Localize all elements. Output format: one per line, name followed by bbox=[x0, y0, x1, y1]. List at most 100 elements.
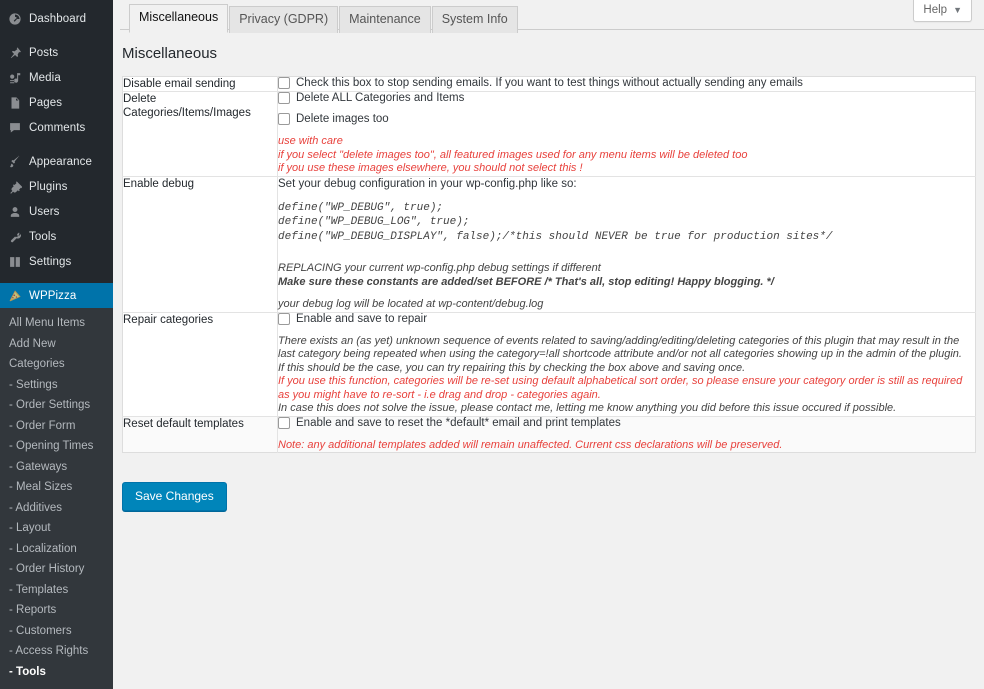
row-field-disable-email: Check this box to stop sending emails. I… bbox=[278, 77, 976, 92]
save-changes-button[interactable]: Save Changes bbox=[122, 482, 227, 511]
reset-templates-label: Enable and save to reset the *default* e… bbox=[296, 417, 621, 430]
submenu-item-opening-times[interactable]: - Opening Times bbox=[0, 436, 113, 457]
delete-all-categories-checkbox[interactable] bbox=[278, 92, 290, 104]
row-field-reset-templates: Enable and save to reset the *default* e… bbox=[278, 416, 976, 453]
row-field-repair-categories: Enable and save to repair There exists a… bbox=[278, 312, 976, 416]
page-title: Miscellaneous bbox=[122, 45, 217, 62]
sidebar-item-plugins[interactable]: Plugins bbox=[0, 174, 113, 199]
tab-maintenance[interactable]: Maintenance bbox=[339, 6, 431, 33]
content-area: MiscellaneousPrivacy (GDPR)MaintenanceSy… bbox=[113, 0, 984, 689]
row-field-enable-debug: Set your debug configuration in your wp-… bbox=[278, 176, 976, 312]
table-row-enable-debug: Enable debug Set your debug configuratio… bbox=[123, 176, 976, 312]
delete-images-checkbox[interactable] bbox=[278, 113, 290, 125]
disable-email-checkbox-label: Check this box to stop sending emails. I… bbox=[296, 77, 803, 90]
repair-note-1: There exists an (as yet) unknown sequenc… bbox=[278, 335, 975, 362]
submenu-item-access-rights[interactable]: - Access Rights bbox=[0, 641, 113, 662]
media-icon bbox=[8, 71, 22, 85]
checkbox-row-disable-email[interactable]: Check this box to stop sending emails. I… bbox=[278, 77, 975, 90]
submenu-item-localization[interactable]: - Localization bbox=[0, 539, 113, 560]
tab-miscellaneous[interactable]: Miscellaneous bbox=[129, 4, 228, 33]
sidebar-item-label: Pages bbox=[29, 97, 62, 109]
debug-intro: Set your debug configuration in your wp-… bbox=[278, 177, 975, 191]
repair-note-3: If you use this function, categories wil… bbox=[278, 375, 975, 402]
sidebar-item-label: Settings bbox=[29, 256, 71, 268]
help-button[interactable]: Help ▼ bbox=[913, 0, 972, 22]
sidebar-item-label: Media bbox=[29, 72, 61, 84]
pages-icon bbox=[8, 96, 22, 110]
row-label-repair-categories: Repair categories bbox=[123, 312, 278, 416]
repair-note-2: If this should be the case, you can try … bbox=[278, 362, 975, 376]
settings-sliders-icon bbox=[8, 255, 22, 269]
sidebar-submenu-wppizza: All Menu ItemsAdd NewCategories- Setting… bbox=[0, 308, 113, 689]
row-label-enable-debug: Enable debug bbox=[123, 176, 278, 312]
submenu-item-tools[interactable]: - Tools bbox=[0, 662, 113, 683]
submenu-item-order-form[interactable]: - Order Form bbox=[0, 416, 113, 437]
debug-note-2: Make sure these constants are added/set … bbox=[278, 276, 975, 290]
settings-form-table: Disable email sending Check this box to … bbox=[122, 76, 976, 453]
reset-templates-checkbox[interactable] bbox=[278, 417, 290, 429]
submenu-item-order-settings[interactable]: - Order Settings bbox=[0, 395, 113, 416]
submenu-item-gateways[interactable]: - Gateways bbox=[0, 457, 113, 478]
dashboard-icon bbox=[8, 12, 22, 26]
debug-code-block: define("WP_DEBUG", true); define("WP_DEB… bbox=[278, 201, 975, 245]
debug-note-1: REPLACING your current wp-config.php deb… bbox=[278, 262, 975, 276]
tab-privacy-gdpr[interactable]: Privacy (GDPR) bbox=[229, 6, 338, 33]
table-row-repair-categories: Repair categories Enable and save to rep… bbox=[123, 312, 976, 416]
submit-area: Save Changes bbox=[122, 482, 227, 511]
checkbox-row-repair[interactable]: Enable and save to repair bbox=[278, 313, 975, 326]
delete-note-1: use with care bbox=[278, 135, 975, 149]
sidebar-item-label: Posts bbox=[29, 47, 58, 59]
appearance-brush-icon bbox=[8, 155, 22, 169]
sidebar-menu-list: Dashboard Posts Media Pages Comments Appearan… bbox=[0, 6, 113, 308]
delete-images-label: Delete images too bbox=[296, 113, 389, 126]
sidebar-item-posts[interactable]: Posts bbox=[0, 40, 113, 65]
sidebar-item-pages[interactable]: Pages bbox=[0, 90, 113, 115]
submenu-item-templates[interactable]: - Templates bbox=[0, 580, 113, 601]
admin-sidebar: Dashboard Posts Media Pages Comments Appearan… bbox=[0, 0, 113, 689]
row-label-delete-categories: Delete Categories/Items/Images bbox=[123, 92, 278, 177]
submenu-item-additives[interactable]: - Additives bbox=[0, 498, 113, 519]
debug-note-3: your debug log will be located at wp-con… bbox=[278, 298, 975, 312]
checkbox-row-reset-templates[interactable]: Enable and save to reset the *default* e… bbox=[278, 417, 975, 430]
delete-note-3: if you use these images elsewhere, you s… bbox=[278, 162, 975, 176]
tab-system-info[interactable]: System Info bbox=[432, 6, 518, 33]
submenu-item-settings[interactable]: - Settings bbox=[0, 375, 113, 396]
sidebar-item-label: Users bbox=[29, 206, 60, 218]
submenu-item-all-menu-items[interactable]: All Menu Items bbox=[0, 313, 113, 334]
sidebar-item-label: Comments bbox=[29, 122, 85, 134]
sidebar-item-dashboard[interactable]: Dashboard bbox=[0, 6, 113, 31]
submenu-item-add-new[interactable]: Add New bbox=[0, 334, 113, 355]
repair-categories-label: Enable and save to repair bbox=[296, 313, 427, 326]
checkbox-row-delete-images[interactable]: Delete images too bbox=[278, 113, 975, 126]
pizza-slice-icon bbox=[8, 289, 22, 303]
admin-screen: Dashboard Posts Media Pages Comments Appearan… bbox=[0, 0, 984, 689]
sidebar-item-label: Plugins bbox=[29, 181, 67, 193]
chevron-down-icon: ▼ bbox=[953, 5, 962, 15]
table-row-reset-templates: Reset default templates Enable and save … bbox=[123, 416, 976, 453]
sidebar-item-label: Tools bbox=[29, 231, 56, 243]
row-field-delete-categories: Delete ALL Categories and Items Delete i… bbox=[278, 92, 976, 177]
posts-pin-icon bbox=[8, 46, 22, 60]
disable-email-checkbox[interactable] bbox=[278, 77, 290, 89]
sidebar-item-users[interactable]: Users bbox=[0, 199, 113, 224]
checkbox-row-delete-all[interactable]: Delete ALL Categories and Items bbox=[278, 92, 975, 105]
help-label: Help bbox=[923, 4, 947, 16]
sidebar-item-label: Dashboard bbox=[29, 13, 86, 25]
sidebar-item-appearance[interactable]: Appearance bbox=[0, 149, 113, 174]
sidebar-item-tools[interactable]: Tools bbox=[0, 224, 113, 249]
submenu-item-customers[interactable]: - Customers bbox=[0, 621, 113, 642]
repair-categories-checkbox[interactable] bbox=[278, 313, 290, 325]
tab-bar: MiscellaneousPrivacy (GDPR)MaintenanceSy… bbox=[120, 0, 984, 30]
row-label-disable-email: Disable email sending bbox=[123, 77, 278, 92]
submenu-item-order-history[interactable]: - Order History bbox=[0, 559, 113, 580]
sidebar-item-settings[interactable]: Settings bbox=[0, 249, 113, 274]
sidebar-item-wppizza[interactable]: WPPizza bbox=[0, 283, 113, 308]
submenu-item-meal-sizes[interactable]: - Meal Sizes bbox=[0, 477, 113, 498]
sidebar-item-media[interactable]: Media bbox=[0, 65, 113, 90]
repair-note-4: In case this does not solve the issue, p… bbox=[278, 402, 975, 416]
sidebar-item-comments[interactable]: Comments bbox=[0, 115, 113, 140]
users-icon bbox=[8, 205, 22, 219]
submenu-item-categories[interactable]: Categories bbox=[0, 354, 113, 375]
submenu-item-reports[interactable]: - Reports bbox=[0, 600, 113, 621]
submenu-item-layout[interactable]: - Layout bbox=[0, 518, 113, 539]
